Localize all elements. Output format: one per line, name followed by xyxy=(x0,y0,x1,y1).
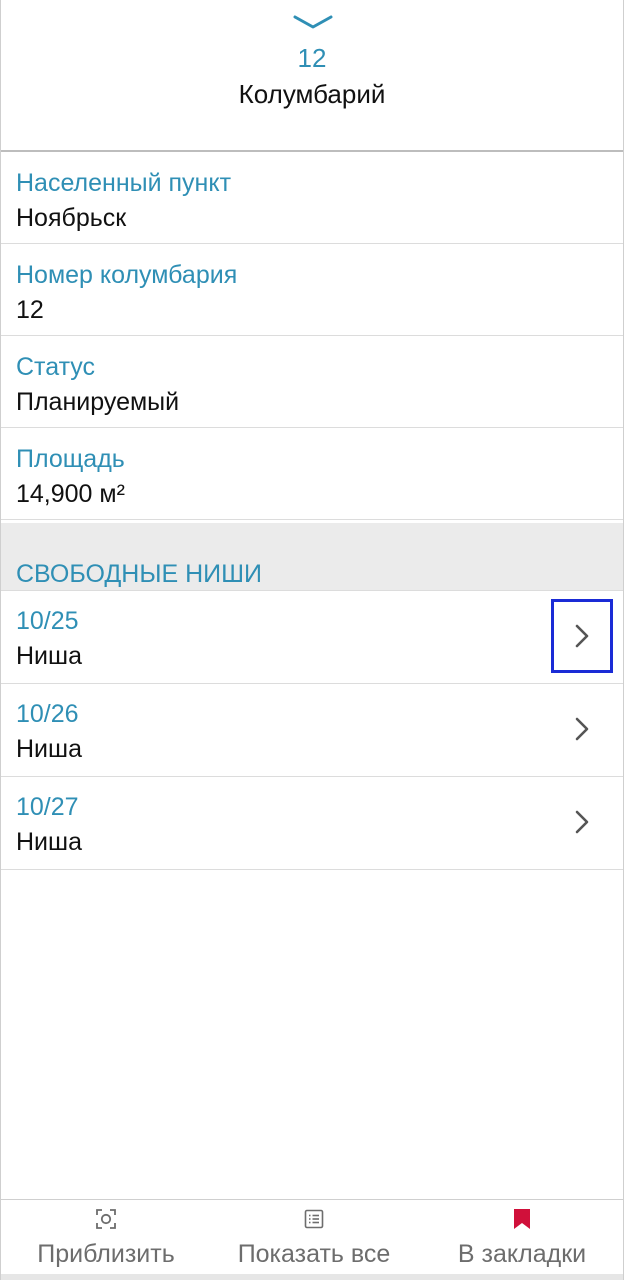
info-label: Населенный пункт xyxy=(16,169,232,197)
niche-number: 10/26 xyxy=(16,700,79,728)
niche-row[interactable]: 10/25 Ниша xyxy=(1,591,623,684)
chevron-right-icon xyxy=(575,624,589,648)
free-niches-section-header: СВОБОДНЫЕ НИШИ xyxy=(1,523,623,591)
object-title: Колумбарий xyxy=(238,79,386,109)
open-niche-button[interactable] xyxy=(551,599,613,673)
panel-header: 12 Колумбарий xyxy=(1,0,623,150)
info-row-area: Площадь 14,900 м² xyxy=(1,428,623,520)
niche-number: 10/27 xyxy=(16,793,79,821)
bookmark-button[interactable]: В закладки xyxy=(441,1200,603,1274)
bookmark-icon xyxy=(514,1209,530,1229)
chevron-down-icon[interactable] xyxy=(292,12,334,32)
niche-type: Ниша xyxy=(16,642,82,670)
show-all-label: Показать все xyxy=(237,1240,391,1268)
focus-icon xyxy=(96,1209,116,1229)
info-label: Площадь xyxy=(16,445,125,473)
zoom-to-button[interactable]: Приблизить xyxy=(21,1200,191,1274)
info-value: Ноябрьск xyxy=(16,204,127,232)
show-all-button[interactable]: Показать все xyxy=(223,1200,405,1274)
open-niche-button[interactable] xyxy=(551,785,613,859)
niche-number: 10/25 xyxy=(16,607,79,635)
info-row-status: Статус Планируемый xyxy=(1,336,623,428)
niche-row[interactable]: 10/27 Ниша xyxy=(1,777,623,870)
bottom-action-bar: Приблизить Показать все В закладки xyxy=(1,1199,623,1280)
info-value: Планируемый xyxy=(16,388,180,416)
chevron-right-icon xyxy=(575,810,589,834)
object-number: 12 xyxy=(297,43,327,73)
open-niche-button[interactable] xyxy=(551,692,613,766)
niche-list: 10/25 Ниша 10/26 Ниша 10/27 Ниша xyxy=(1,591,623,870)
info-value: 12 xyxy=(16,296,44,324)
list-icon xyxy=(304,1209,324,1229)
niche-type: Ниша xyxy=(16,828,82,856)
chevron-right-icon xyxy=(575,717,589,741)
bookmark-label: В закладки xyxy=(457,1240,587,1268)
info-row-columbarium-number: Номер колумбария 12 xyxy=(1,244,623,336)
info-label: Статус xyxy=(16,353,96,381)
niche-row[interactable]: 10/26 Ниша xyxy=(1,684,623,777)
info-value: 14,900 м² xyxy=(16,480,125,508)
niche-type: Ниша xyxy=(16,735,82,763)
zoom-label: Приблизить xyxy=(37,1240,175,1268)
columbarium-detail-panel: 12 Колумбарий Населенный пункт Ноябрьск … xyxy=(0,0,624,1280)
info-list: Населенный пункт Ноябрьск Номер колумбар… xyxy=(1,152,623,520)
section-title: СВОБОДНЫЕ НИШИ xyxy=(16,560,263,588)
info-label: Номер колумбария xyxy=(16,261,238,289)
info-row-settlement: Населенный пункт Ноябрьск xyxy=(1,152,623,244)
